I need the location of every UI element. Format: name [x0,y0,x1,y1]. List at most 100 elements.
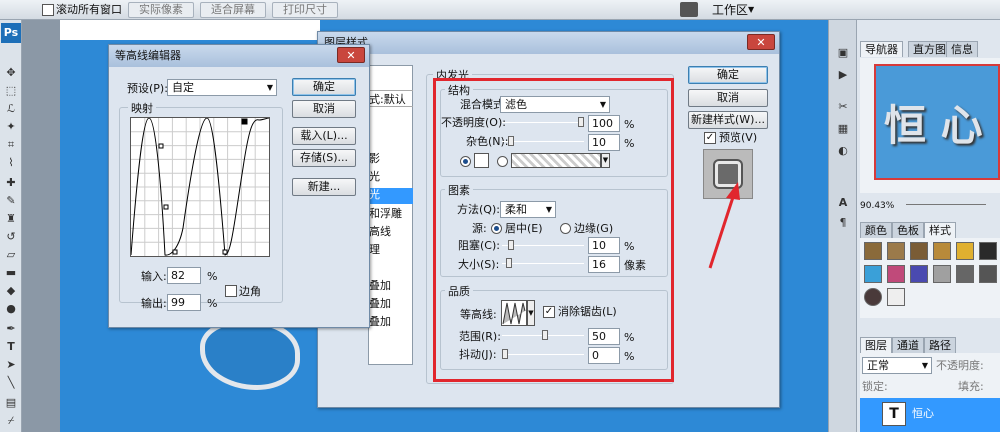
actual-pixels-button[interactable]: 实际像素 [128,2,194,18]
range-slider[interactable] [502,330,584,340]
marquee-tool-icon[interactable]: ⬚ [3,84,19,98]
style-swatch[interactable] [956,265,974,283]
source-center-radio[interactable] [491,223,502,234]
jitter-input[interactable]: 0 [588,347,620,364]
eyedropper-icon[interactable]: ⌇ [3,156,19,170]
choke-slider[interactable] [502,240,584,250]
crop-tool-icon[interactable]: ⌗ [3,138,19,152]
eraser-icon[interactable]: ▱ [3,248,19,262]
source-edge-radio[interactable] [560,223,571,234]
range-slider-thumb[interactable] [542,330,548,340]
corner-checkbox[interactable] [225,285,237,297]
dodge-tool-icon[interactable]: ● [3,302,19,316]
style-swatch[interactable] [933,265,951,283]
camera-icon[interactable] [680,2,698,17]
zoom-value[interactable]: 90.43% [860,199,894,213]
style-item[interactable]: 光 [369,170,380,184]
preset-select[interactable]: 自定 ▼ [167,79,277,96]
workspace-arrow-icon[interactable]: ▼ [748,3,754,17]
glow-color-swatch[interactable] [474,153,489,168]
style-swatch[interactable] [910,242,928,260]
paragraph-panel-icon[interactable]: ¶ [835,216,851,230]
solid-color-radio[interactable] [460,156,471,167]
opacity-slider-thumb[interactable] [578,117,584,127]
style-item[interactable]: 和浮雕 [369,207,402,221]
character-panel-icon[interactable]: A [835,196,851,210]
preview-checkbox[interactable]: ✓ [704,132,716,144]
choke-input[interactable]: 10 [588,237,620,254]
style-item[interactable]: 影 [369,152,380,166]
zoom-slider[interactable] [906,204,986,205]
tab-channels[interactable]: 通道 [892,337,924,353]
brush-panel-icon[interactable]: ▦ [835,122,851,136]
style-item[interactable]: 叠加 [369,279,391,293]
line-tool-icon[interactable]: ╲ [3,376,19,390]
gradient-dropdown-icon[interactable]: ▼ [601,153,610,168]
tab-layers[interactable]: 图层 [860,337,892,353]
style-swatch[interactable] [910,265,928,283]
layer-style-close-icon[interactable]: ✕ [747,34,775,50]
history-panel-icon[interactable]: ▣ [835,46,851,60]
contour-save-button[interactable]: 存储(S)... [292,149,356,167]
clone-panel-icon[interactable]: ◐ [835,144,851,158]
noise-input[interactable]: 10 [588,134,620,151]
magic-wand-icon[interactable]: ✦ [3,120,19,134]
output-field[interactable]: 99 [167,294,201,311]
antialias-checkbox[interactable]: ✓ [543,306,555,318]
tab-styles[interactable]: 样式 [924,222,956,238]
new-style-button[interactable]: 新建样式(W)... [688,111,768,129]
tab-info[interactable]: 信息 [946,41,978,57]
layer-style-cancel-button[interactable]: 取消 [688,89,768,107]
lasso-tool-icon[interactable]: ℒ [3,102,19,116]
style-item-blending[interactable]: 式:默认 [369,90,413,107]
layer-row-selected[interactable]: T 恒心 [860,398,1000,432]
fit-screen-button[interactable]: 适合屏幕 [200,2,266,18]
style-swatch[interactable] [887,288,905,306]
contour-new-button[interactable]: 新建... [292,178,356,196]
tab-histogram[interactable]: 直方图 [908,41,951,57]
style-swatch[interactable] [979,265,997,283]
size-input[interactable]: 16 [588,256,620,273]
style-item-inner-glow[interactable]: 光 [369,188,413,204]
type-tool-icon[interactable]: T [3,340,19,354]
contour-close-icon[interactable]: ✕ [337,47,365,63]
scroll-all-checkbox[interactable] [42,4,54,16]
style-item[interactable]: 理 [369,243,380,257]
layer-style-ok-button[interactable]: 确定 [688,66,768,84]
contour-ok-button[interactable]: 确定 [292,78,356,96]
print-size-button[interactable]: 打印尺寸 [272,2,338,18]
stamp-tool-icon[interactable]: ♜ [3,212,19,226]
opacity-input[interactable]: 100 [588,115,620,132]
style-swatch[interactable] [887,242,905,260]
tab-color[interactable]: 颜色 [860,222,892,238]
history-brush-icon[interactable]: ↺ [3,230,19,244]
layer-blend-select[interactable]: 正常 ▼ [862,357,932,374]
healing-brush-icon[interactable]: ✚ [3,176,19,190]
blur-tool-icon[interactable]: ◆ [3,284,19,298]
style-swatch[interactable] [956,242,974,260]
gradient-picker[interactable] [511,153,601,168]
gradient-radio[interactable] [497,156,508,167]
actions-panel-icon[interactable]: ▶ [835,68,851,82]
contour-graph[interactable] [130,117,270,257]
contour-load-button[interactable]: 载入(L)... [292,127,356,145]
style-item[interactable]: 叠加 [369,297,391,311]
contour-cancel-button[interactable]: 取消 [292,100,356,118]
style-swatch[interactable] [933,242,951,260]
tab-navigator[interactable]: 导航器 [860,41,903,57]
style-swatch[interactable] [887,265,905,283]
contour-dropdown-icon[interactable]: ▼ [527,300,535,326]
range-input[interactable]: 50 [588,328,620,345]
eyedropper-tool-icon[interactable]: ⌿ [3,414,19,428]
technique-select[interactable]: 柔和 ▼ [500,201,556,218]
tab-paths[interactable]: 路径 [924,337,956,353]
noise-slider[interactable] [502,136,584,146]
input-field[interactable]: 82 [167,267,201,284]
gradient-tool-icon[interactable]: ▬ [3,266,19,280]
choke-slider-thumb[interactable] [508,240,514,250]
style-swatch[interactable] [864,265,882,283]
notes-tool-icon[interactable]: ▤ [3,396,19,410]
size-slider[interactable] [502,258,584,268]
workspace-menu[interactable]: 工作区 [712,3,748,17]
style-item[interactable]: 叠加 [369,315,391,329]
